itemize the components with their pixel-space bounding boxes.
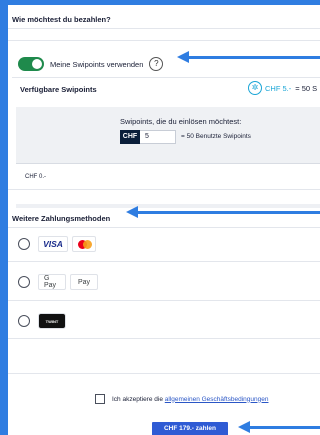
left-frame-strip: [0, 5, 8, 435]
swipoints-balance: ✲ CHF 5.- = 50 S: [248, 81, 317, 95]
visa-icon: VISA: [38, 236, 68, 252]
annotation-arrow-methods: [126, 206, 320, 218]
divider: [12, 77, 320, 78]
mastercard-icon: [72, 236, 96, 252]
redeem-title: Swipoints, die du einlösen möchtest:: [120, 117, 242, 126]
payment-panel: Wie möchtest du bezahlen? Meine Swipoint…: [8, 5, 320, 435]
payment-option-cards[interactable]: VISA: [18, 236, 96, 252]
annotation-arrow-pay: [238, 421, 320, 433]
terms-checkbox[interactable]: [95, 394, 105, 404]
swipoints-toggle-label: Meine Swipoints verwenden: [50, 59, 144, 69]
swipoints-icon: ✲: [248, 81, 262, 95]
payment-option-twint[interactable]: TWINT: [18, 313, 66, 329]
apple-pay-icon: Pay: [70, 274, 98, 290]
available-swipoints-label: Verfügbare Swipoints: [20, 85, 97, 94]
radio-twint[interactable]: [18, 315, 30, 327]
radio-wallets[interactable]: [18, 276, 30, 288]
remaining-chf: CHF 0.-: [25, 174, 46, 180]
payment-option-wallets[interactable]: G Pay Pay: [18, 274, 98, 290]
swipoints-toggle[interactable]: [18, 57, 44, 71]
used-points-label: = 50 Benutzte Swipoints: [181, 133, 251, 140]
pay-button[interactable]: CHF 179.- zahlen: [152, 422, 228, 435]
twint-icon: TWINT: [38, 313, 66, 329]
terms-link[interactable]: allgemeinen Geschäftsbedingungen: [165, 396, 269, 403]
divider: [8, 261, 320, 262]
other-methods-label: Weitere Zahlungsmethoden: [12, 214, 111, 223]
divider: [16, 163, 320, 164]
divider: [8, 338, 320, 339]
page-title: Wie möchtest du bezahlen?: [12, 15, 111, 24]
radio-cards[interactable]: [18, 238, 30, 250]
terms-text: Ich akzeptiere die allgemeinen Geschäfts…: [112, 395, 269, 403]
section-separator: [16, 204, 320, 208]
divider: [8, 300, 320, 301]
divider: [8, 373, 320, 374]
currency-tag: CHF: [120, 130, 140, 144]
divider: [8, 227, 320, 228]
help-icon[interactable]: ?: [149, 57, 164, 71]
divider: [8, 189, 320, 190]
divider: [8, 28, 320, 29]
swipoints-points-value: = 50 S: [295, 83, 318, 93]
swipoints-toggle-row: Meine Swipoints verwenden ?: [18, 57, 164, 71]
divider: [8, 40, 320, 41]
redeem-amount-input[interactable]: 5: [140, 130, 176, 144]
swipoints-chf-value: CHF 5.-: [265, 83, 292, 93]
google-pay-icon: G Pay: [38, 274, 66, 290]
terms-row: Ich akzeptiere die allgemeinen Geschäfts…: [95, 394, 268, 404]
annotation-arrow-toggle: [177, 51, 320, 63]
